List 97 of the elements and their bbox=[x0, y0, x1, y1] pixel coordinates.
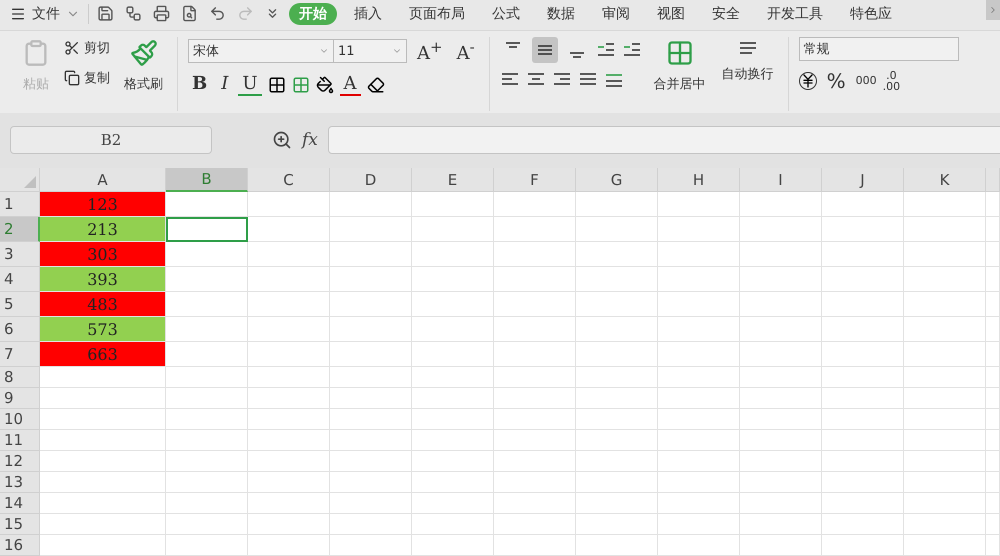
zoom-icon[interactable] bbox=[272, 130, 292, 150]
increase-indent-icon[interactable] bbox=[622, 40, 642, 59]
decrease-indent-icon[interactable] bbox=[596, 40, 616, 59]
table-cell: 483 bbox=[40, 292, 166, 317]
ribbon-tab[interactable]: 视图 bbox=[647, 2, 695, 25]
column-header[interactable]: J bbox=[822, 168, 904, 192]
number-format-field[interactable]: 常规 bbox=[798, 36, 959, 61]
ribbon-tab[interactable]: 数据 bbox=[537, 2, 585, 25]
ribbon-tab[interactable]: 开发工具 bbox=[757, 2, 833, 25]
currency-icon[interactable] bbox=[798, 72, 817, 90]
row-header[interactable]: 13 bbox=[0, 472, 40, 493]
table-cell bbox=[986, 292, 1000, 317]
row-header[interactable]: 7 bbox=[0, 342, 40, 367]
grow-font-button[interactable]: A$^{+}$ bbox=[413, 36, 447, 66]
table-cell: 213 bbox=[40, 217, 166, 242]
fill-bucket-icon[interactable] bbox=[316, 76, 334, 94]
conditional-format-icon[interactable] bbox=[292, 76, 310, 94]
row-header[interactable]: 15 bbox=[0, 514, 40, 535]
row-header[interactable]: 6 bbox=[0, 317, 40, 342]
scissors-icon bbox=[64, 40, 80, 56]
font-name-field[interactable]: 宋体 bbox=[188, 39, 334, 64]
table-cell bbox=[986, 267, 1000, 292]
font-size-field[interactable]: 11 bbox=[333, 39, 407, 64]
ribbon-tab[interactable]: 安全 bbox=[702, 2, 750, 25]
column-header[interactable]: E bbox=[412, 168, 494, 192]
formula-input[interactable] bbox=[328, 126, 1000, 154]
triangle-icon bbox=[24, 176, 36, 188]
bold-button[interactable]: B bbox=[188, 74, 212, 96]
column-header[interactable]: D bbox=[330, 168, 412, 192]
table-cell bbox=[986, 514, 1000, 535]
table-cell bbox=[986, 409, 1000, 430]
column-header[interactable]: K bbox=[904, 168, 986, 192]
row-header[interactable]: 12 bbox=[0, 451, 40, 472]
paintbrush-icon bbox=[130, 38, 158, 67]
table-cell: 303 bbox=[40, 242, 166, 267]
copy-icon bbox=[64, 70, 80, 86]
ribbon-tab[interactable]: 页面布局 bbox=[399, 2, 475, 25]
ribbon-tab[interactable]: 审阅 bbox=[592, 2, 640, 25]
format-painter-button[interactable]: 格式刷 bbox=[120, 36, 167, 111]
increase-decimal-button[interactable]: .0 .00 bbox=[882, 70, 900, 92]
table-cell bbox=[986, 535, 1000, 556]
table-cell bbox=[986, 451, 1000, 472]
table-cell: 123 bbox=[40, 192, 166, 217]
eraser-icon[interactable] bbox=[366, 76, 385, 94]
file-menu-button[interactable]: 文件 bbox=[10, 4, 89, 24]
ribbon-tab[interactable]: 插入 bbox=[344, 2, 392, 25]
table-cell bbox=[986, 217, 1000, 242]
table-cell bbox=[986, 242, 1000, 267]
shrink-font-button[interactable]: A$^{-}$ bbox=[452, 36, 479, 66]
font-color-button[interactable]: A bbox=[340, 74, 361, 96]
row-header[interactable]: 4 bbox=[0, 267, 40, 292]
column-header[interactable]: A bbox=[40, 168, 166, 192]
column-header[interactable]: I bbox=[740, 168, 822, 192]
cut-button[interactable]: 剪切 bbox=[62, 36, 112, 59]
wrap-text-button[interactable]: 自动换行 bbox=[718, 36, 778, 111]
align-bottom-icon bbox=[568, 52, 586, 58]
merge-cells-icon bbox=[666, 38, 694, 67]
row-header[interactable]: 9 bbox=[0, 388, 40, 409]
percent-button[interactable]: % bbox=[822, 68, 850, 93]
table-cell bbox=[986, 430, 1000, 451]
row-header[interactable]: 14 bbox=[0, 493, 40, 514]
column-header[interactable]: C bbox=[248, 168, 330, 192]
ribbon-tab[interactable]: 特色应 bbox=[840, 2, 902, 25]
vertical-align-button[interactable] bbox=[532, 36, 558, 63]
table-cell bbox=[986, 388, 1000, 409]
table-cell: 393 bbox=[40, 267, 166, 292]
active-cell[interactable] bbox=[166, 217, 248, 242]
table-cell bbox=[986, 192, 1000, 217]
align-top-icon bbox=[504, 42, 522, 48]
copy-button[interactable]: 复制 bbox=[62, 66, 112, 89]
row-header[interactable]: 5 bbox=[0, 292, 40, 317]
row-header[interactable]: 10 bbox=[0, 409, 40, 430]
italic-button[interactable]: I bbox=[217, 74, 232, 96]
underline-button[interactable]: U bbox=[238, 74, 262, 96]
table-cell: 663 bbox=[40, 342, 166, 367]
thousands-separator-button[interactable]: 000 bbox=[856, 74, 877, 87]
table-cell bbox=[986, 493, 1000, 514]
row-header[interactable]: 16 bbox=[0, 535, 40, 556]
column-header[interactable]: H bbox=[658, 168, 740, 192]
column-header[interactable]: F bbox=[494, 168, 576, 192]
table-cell bbox=[986, 472, 1000, 493]
row-header[interactable]: 3 bbox=[0, 242, 40, 267]
table-cell bbox=[986, 367, 1000, 388]
row-header[interactable]: 11 bbox=[0, 430, 40, 451]
table-cell: 573 bbox=[40, 317, 166, 342]
ribbon-tab[interactable]: 公式 bbox=[482, 2, 530, 25]
borders-icon[interactable] bbox=[268, 76, 286, 94]
fx-label[interactable]: fx bbox=[302, 130, 318, 150]
menu-icon bbox=[10, 6, 26, 22]
column-header[interactable]: G bbox=[576, 168, 658, 192]
name-box[interactable]: B2 bbox=[10, 126, 212, 154]
row-header[interactable]: 1 bbox=[0, 192, 40, 217]
merge-center-button[interactable]: 合并居中 bbox=[650, 36, 710, 111]
row-header[interactable]: 8 bbox=[0, 367, 40, 388]
align-middle-icon bbox=[536, 44, 554, 55]
table-cell bbox=[986, 317, 1000, 342]
table-cell bbox=[986, 342, 1000, 367]
